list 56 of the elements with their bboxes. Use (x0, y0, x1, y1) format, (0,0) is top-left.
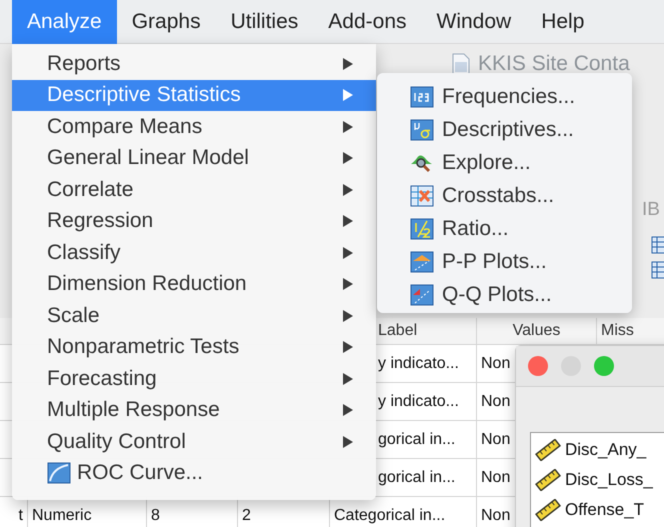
menu-item[interactable]: ROC Curve... (12, 458, 376, 489)
submenu-arrow-icon (342, 88, 354, 102)
plot-icon (410, 250, 434, 272)
menu-bar-item[interactable]: Help (526, 0, 600, 44)
menu-item[interactable]: Explore... (377, 146, 632, 179)
submenu-arrow-icon (342, 434, 354, 449)
menu-item[interactable]: Nonparametric Tests (12, 332, 376, 363)
menu-item[interactable]: Forecasting (12, 363, 376, 394)
menu-item[interactable]: Classify (12, 237, 376, 268)
submenu-arrow-icon (342, 372, 354, 386)
menu-bar-item[interactable]: Graphs (116, 0, 216, 44)
mu-sigma-icon (410, 118, 434, 140)
submenu-arrow-icon (342, 182, 354, 197)
menu-bar-item[interactable]: Utilities (216, 0, 314, 44)
menu-item[interactable]: Regression (12, 206, 376, 237)
menu-item[interactable]: Q-Q Plots... (377, 278, 632, 311)
menu-item[interactable]: Crosstabs... (377, 179, 632, 212)
close-button[interactable] (528, 356, 548, 376)
table-icon[interactable] (651, 261, 664, 279)
window-title: IB (642, 199, 660, 221)
submenu-arrow-icon (342, 277, 354, 292)
menu-item[interactable]: Multiple Response (12, 394, 376, 426)
menu-item[interactable]: Dimension Reduction (12, 268, 376, 300)
menu-item[interactable]: Correlate (12, 174, 376, 206)
menu-item[interactable]: General Linear Model (12, 142, 376, 174)
submenu-arrow-icon (342, 403, 354, 418)
menu-item[interactable]: Ratio... (377, 212, 632, 245)
column-header[interactable]: Miss (597, 318, 664, 344)
menu-item[interactable]: Descriptives... (377, 113, 632, 146)
menu-bar-item[interactable]: Window (422, 0, 526, 44)
menu-item[interactable]: Reports (12, 48, 376, 80)
submenu-arrow-icon (342, 151, 354, 166)
fraction-icon (410, 218, 434, 240)
menu-item[interactable]: Scale (12, 300, 376, 332)
menu-bar-item[interactable]: Add-ons (313, 0, 422, 44)
submenu-arrow-icon (342, 214, 354, 228)
variable-name[interactable]: Offense_T (565, 500, 644, 520)
column-header[interactable]: Values (477, 318, 597, 344)
submenu-arrow-icon (342, 246, 354, 260)
curve-icon (47, 462, 71, 484)
submenu-arrow-icon (342, 120, 354, 134)
menu-bar-item[interactable]: Analyze (12, 0, 117, 44)
submenu-arrow-icon (342, 340, 354, 354)
numbers-icon (410, 86, 434, 108)
menu-item[interactable]: Descriptive Statistics (12, 80, 376, 111)
menu-item[interactable]: Quality Control (12, 426, 376, 458)
window-title: KKIS Site Conta (478, 52, 630, 76)
menu-item[interactable]: Frequencies... (377, 80, 632, 113)
table-icon[interactable] (651, 236, 664, 254)
menu-item[interactable]: P-P Plots... (377, 245, 632, 278)
zoom-button[interactable] (594, 356, 614, 376)
submenu-arrow-icon (342, 308, 354, 323)
crosstab-icon (410, 184, 434, 206)
menu-item[interactable]: Compare Means (12, 111, 376, 142)
submenu-arrow-icon (342, 56, 354, 71)
plot-icon (410, 284, 434, 306)
